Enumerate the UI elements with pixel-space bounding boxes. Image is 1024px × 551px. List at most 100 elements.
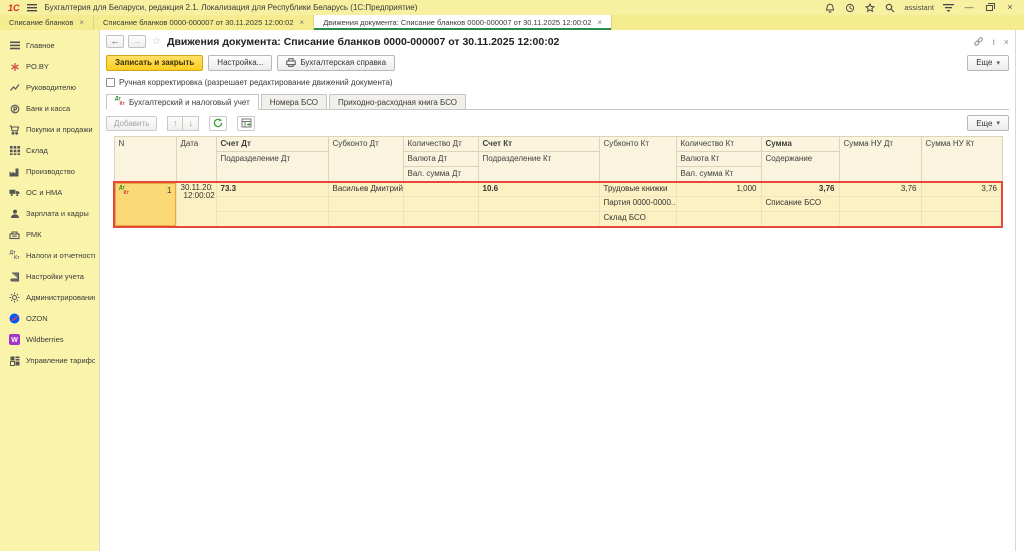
- cell-empty[interactable]: [676, 212, 761, 227]
- sidebar-item-main[interactable]: Главное: [0, 35, 99, 56]
- window-tab-bar: Списание бланков × Списание бланков 0000…: [0, 15, 1024, 30]
- col-header-sum: Сумма: [761, 137, 839, 152]
- cell-subconto-kt-3[interactable]: Склад БСО: [599, 212, 676, 227]
- more-button-table[interactable]: Еще ▾: [967, 115, 1009, 131]
- cell-qty-dt[interactable]: [403, 182, 478, 197]
- notifications-bell-icon[interactable]: [824, 2, 835, 13]
- administration-gear-icon: [9, 292, 20, 303]
- cell-empty[interactable]: [478, 212, 599, 227]
- cell-cur-kt[interactable]: [676, 197, 761, 212]
- cell-qty-kt[interactable]: 1,000: [676, 182, 761, 197]
- sidebar-item-accounting-settings[interactable]: Настройки учета: [0, 266, 99, 287]
- col-header-cur-dt: Валюта Дт: [403, 152, 478, 167]
- settings-button[interactable]: Настройка...: [208, 55, 272, 71]
- tab-accounting-tax[interactable]: ДтКт Бухгалтерский и налоговый учет: [106, 94, 259, 110]
- cell-empty[interactable]: [328, 197, 403, 212]
- sidebar-item-bank-cash[interactable]: Банк и касса: [0, 98, 99, 119]
- window-tab-document[interactable]: Списание бланков 0000-000007 от 30.11.20…: [94, 15, 314, 30]
- window-tab-label: Движения документа: Списание бланков 000…: [323, 18, 591, 27]
- taxes-reports-icon: ДтКт: [9, 250, 20, 261]
- cell-cur-dt[interactable]: [403, 197, 478, 212]
- dtkt-icon: ДтКт: [119, 186, 129, 196]
- sidebar-item-rmk[interactable]: РМК: [0, 224, 99, 245]
- service-menu-icon[interactable]: [943, 2, 954, 13]
- cell-subconto-dt[interactable]: Васильев Дмитрий...: [328, 182, 403, 197]
- list-settings-button[interactable]: [237, 116, 255, 131]
- tab-close-icon[interactable]: ×: [597, 18, 602, 27]
- sidebar-item-poby[interactable]: PO.BY: [0, 56, 99, 77]
- sidebar-item-tariff[interactable]: Управление тарифом: [0, 350, 99, 371]
- tab-close-icon[interactable]: ×: [300, 18, 305, 27]
- section-sidebar: Главное PO.BY Руководителю Банк и касса …: [0, 30, 100, 551]
- forward-button[interactable]: →: [128, 35, 146, 48]
- cell-empty[interactable]: [921, 212, 1002, 227]
- sidebar-item-wildberries[interactable]: W Wildberries: [0, 329, 99, 350]
- sidebar-item-salary-hr[interactable]: Зарплата и кадры: [0, 203, 99, 224]
- cell-sum[interactable]: 3,76: [761, 182, 839, 197]
- cell-content[interactable]: Списание БСО: [761, 197, 839, 212]
- help-info-icon[interactable]: i: [993, 37, 995, 47]
- cell-empty[interactable]: [921, 197, 1002, 212]
- chevron-down-icon: ▾: [996, 119, 1000, 127]
- cell-sum-nu-dt[interactable]: 3,76: [839, 182, 921, 197]
- manual-adjustment-checkbox[interactable]: [106, 78, 115, 87]
- current-user-label[interactable]: assistant: [904, 3, 934, 12]
- history-icon[interactable]: [844, 2, 855, 13]
- col-header-acc-dt: Счет Дт: [216, 137, 328, 152]
- favorites-star-icon[interactable]: [864, 2, 875, 13]
- sidebar-item-manager[interactable]: Руководителю: [0, 77, 99, 98]
- cell-empty[interactable]: [216, 212, 328, 227]
- window-tab-list[interactable]: Списание бланков ×: [0, 15, 94, 30]
- restore-button[interactable]: [984, 2, 995, 13]
- search-icon[interactable]: [884, 2, 895, 13]
- favorite-star-icon[interactable]: ☆: [152, 36, 161, 47]
- cell-date[interactable]: 30.11.2025 12:00:02: [176, 182, 216, 227]
- cell-dep-dt[interactable]: [216, 197, 328, 212]
- printer-icon: [286, 58, 296, 67]
- production-factory-icon: [9, 166, 20, 177]
- sidebar-item-fixed-assets[interactable]: ОС и НМА: [0, 182, 99, 203]
- cell-empty[interactable]: [839, 197, 921, 212]
- tab-bso-numbers[interactable]: Номера БСО: [261, 94, 327, 109]
- refresh-button[interactable]: [209, 116, 227, 131]
- sidebar-item-purchases-sales[interactable]: Покупки и продажи: [0, 119, 99, 140]
- window-tab-label: Списание бланков: [9, 18, 73, 27]
- minimize-button[interactable]: —: [963, 2, 975, 13]
- table-row: ДтКт 1 30.11.2025 12:00:02 73.3 Васильев…: [114, 182, 1002, 227]
- col-header-curamt-dt: Вал. сумма Дт: [403, 167, 478, 182]
- accounting-reference-button[interactable]: Бухгалтерская справка: [277, 55, 395, 71]
- close-form-icon[interactable]: ×: [1004, 37, 1009, 47]
- cell-sum-nu-kt[interactable]: 3,76: [921, 182, 1002, 197]
- cell-account-kt[interactable]: 10.6: [478, 182, 599, 197]
- add-button[interactable]: Добавить: [106, 116, 157, 131]
- selected-cell[interactable]: ДтКт 1: [115, 183, 176, 226]
- sidebar-item-ozon[interactable]: OZON: [0, 308, 99, 329]
- save-and-close-button[interactable]: Записать и закрыть: [106, 55, 203, 71]
- back-button[interactable]: ←: [106, 35, 124, 48]
- tab-close-icon[interactable]: ×: [79, 18, 84, 27]
- cell-row-number[interactable]: ДтКт 1: [114, 182, 176, 227]
- sidebar-item-administration[interactable]: Администрирование: [0, 287, 99, 308]
- cell-empty[interactable]: [761, 212, 839, 227]
- sidebar-item-production[interactable]: Производство: [0, 161, 99, 182]
- chevron-down-icon: ▾: [996, 59, 1000, 67]
- manual-adjustment-row: Ручная корректировка (разрешает редактир…: [106, 77, 1015, 88]
- manager-chart-icon: [9, 82, 20, 93]
- cell-subconto-kt-1[interactable]: Трудовые книжки: [599, 182, 676, 197]
- window-tab-movements[interactable]: Движения документа: Списание бланков 000…: [314, 15, 612, 30]
- move-down-button[interactable]: ↓: [183, 116, 199, 131]
- move-up-button[interactable]: ↑: [167, 116, 183, 131]
- sidebar-item-warehouse[interactable]: Склад: [0, 140, 99, 161]
- cell-empty[interactable]: [403, 212, 478, 227]
- tab-bso-book[interactable]: Приходно-расходная книга БСО: [329, 94, 466, 109]
- cell-account-dt[interactable]: 73.3: [216, 182, 328, 197]
- cell-dep-kt[interactable]: [478, 197, 599, 212]
- cell-subconto-kt-2[interactable]: Партия 0000-0000...: [599, 197, 676, 212]
- sidebar-item-taxes-reports[interactable]: ДтКт Налоги и отчетность: [0, 245, 99, 266]
- cell-empty[interactable]: [839, 212, 921, 227]
- more-button-form[interactable]: Еще ▾: [967, 55, 1009, 71]
- cell-empty[interactable]: [328, 212, 403, 227]
- get-link-icon[interactable]: [973, 36, 984, 47]
- main-menu-icon[interactable]: [27, 2, 38, 13]
- close-window-button[interactable]: ×: [1004, 2, 1016, 13]
